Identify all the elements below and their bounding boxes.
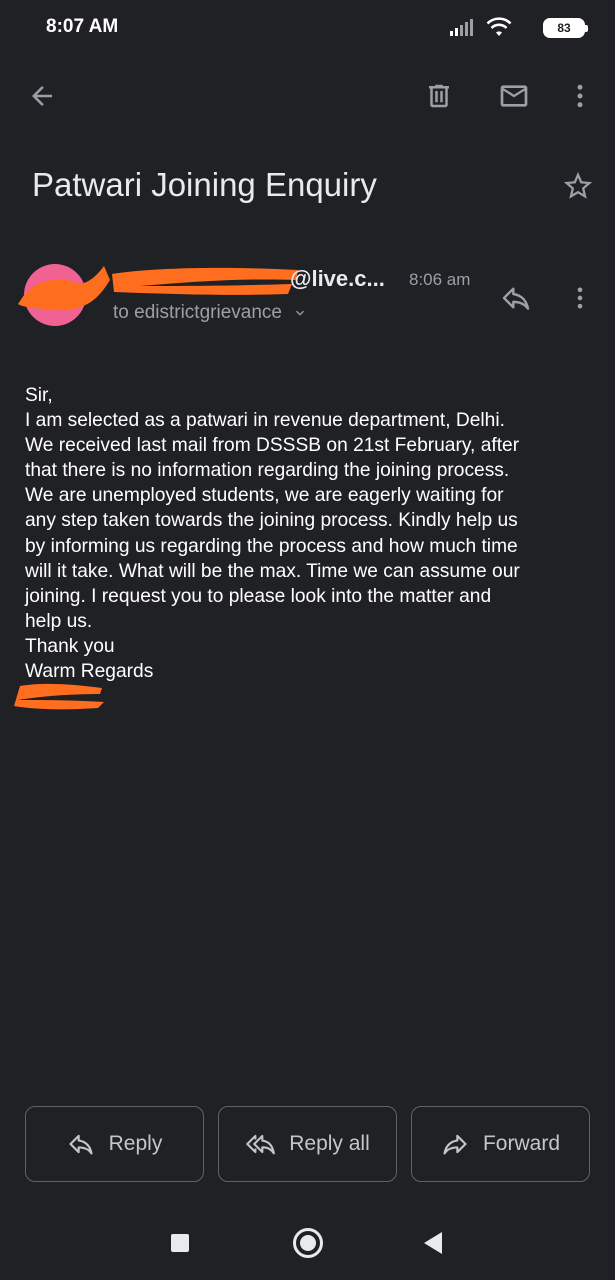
reply-quick-button[interactable] (494, 276, 538, 320)
action-bar: Reply Reply all Forward (25, 1106, 590, 1182)
reply-icon (69, 1134, 93, 1155)
reply-icon (502, 287, 530, 310)
reply-button[interactable]: Reply (25, 1106, 204, 1182)
delete-button[interactable] (415, 72, 463, 120)
body-line: joining. I request you to please look in… (25, 585, 492, 607)
recipient-details[interactable]: to edistrictgrievance (113, 302, 308, 324)
forward-icon (443, 1134, 467, 1155)
body-line: Warm Regards (25, 661, 154, 683)
star-icon (563, 171, 593, 199)
system-back-button[interactable] (424, 1232, 442, 1254)
redaction-mark (14, 683, 104, 710)
back-arrow-icon (32, 86, 52, 106)
toolbar (0, 60, 615, 130)
sender-line[interactable]: @live.c... (110, 264, 410, 296)
body-line: help us. (25, 610, 93, 632)
email-body: Sir, I am selected as a patwari in reven… (25, 383, 595, 684)
status-bar: 8:07 AM 83 (0, 0, 615, 56)
recipient-label: to edistrictgrievance (113, 302, 282, 323)
reply-label: Reply (108, 1132, 163, 1155)
star-button[interactable] (556, 164, 600, 208)
battery-level: 83 (557, 21, 571, 35)
redaction-mark (112, 267, 298, 295)
body-line: I am selected as a patwari in revenue de… (25, 410, 505, 432)
mark-unread-button[interactable] (490, 72, 538, 120)
body-line: We are unemployed students, we are eager… (25, 485, 504, 507)
reply-all-icon (246, 1134, 276, 1155)
body-line: We received last mail from DSSSB on 21st… (25, 435, 520, 457)
wifi-icon (486, 17, 512, 36)
recents-button[interactable] (171, 1234, 189, 1252)
body-line: will it take. What will be the max. Time… (25, 560, 520, 582)
forward-button[interactable]: Forward (411, 1106, 590, 1182)
more-options-button[interactable] (556, 72, 604, 120)
body-line: Sir, (25, 385, 53, 406)
redaction-mark (18, 266, 110, 311)
home-button[interactable] (293, 1228, 323, 1258)
back-button[interactable] (18, 72, 66, 120)
forward-label: Forward (482, 1132, 561, 1155)
body-line: by informing us regarding the process an… (25, 535, 518, 557)
body-line: that there is no information regarding t… (25, 460, 510, 482)
chevron-down-icon (295, 310, 304, 316)
more-vert-icon (577, 287, 583, 309)
system-nav-bar (0, 1210, 615, 1280)
status-time: 8:07 AM (46, 16, 119, 37)
reply-all-label: Reply all (289, 1132, 370, 1155)
email-subject: Patwari Joining Enquiry (32, 166, 377, 203)
body-line: any step taken towards the joining proce… (25, 510, 518, 532)
body-line: Thank you (25, 635, 115, 657)
reply-all-button[interactable]: Reply all (218, 1106, 397, 1182)
sender-email: @live.c... (290, 266, 385, 291)
mail-icon (500, 85, 528, 107)
battery-icon: 83 (543, 18, 588, 38)
trash-icon (429, 84, 449, 108)
email-time: 8:06 am (409, 270, 471, 289)
more-vert-icon (577, 84, 583, 108)
status-icons: 83 (385, 14, 588, 42)
signal-icon (450, 19, 473, 36)
message-more-button[interactable] (560, 276, 600, 320)
